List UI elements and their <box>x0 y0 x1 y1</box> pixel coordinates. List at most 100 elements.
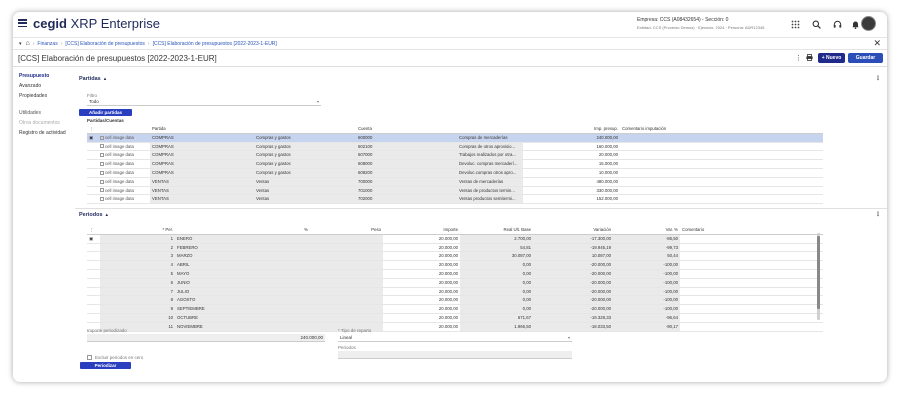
table-row[interactable]: 8 AGOSTO 20.000,00 0,00 -20.000,00 -100,00 <box>87 295 823 306</box>
cell-importe[interactable]: 20.000,00 <box>383 243 460 253</box>
sidebar-item-propiedades[interactable]: Propiedades <box>19 93 47 99</box>
cell-cuenta[interactable]: 600000 <box>356 133 457 143</box>
cell-peso[interactable] <box>310 278 383 288</box>
column-header[interactable]: Comentario imputación <box>620 125 823 134</box>
cell-tipo[interactable]: Compras y gastos <box>254 133 356 143</box>
cell-tipo[interactable]: Compras y gastos <box>254 159 356 169</box>
cell-cuenta[interactable]: 700000 <box>356 177 457 187</box>
cell-cuenta[interactable]: 608000 <box>356 159 457 169</box>
cell-porcentaje[interactable] <box>239 304 310 314</box>
periodizar-button[interactable]: Periodizar <box>80 362 131 369</box>
cell-descripcion[interactable]: Devoluc. compras mercaderí... <box>457 159 523 169</box>
sidebar-item-avanzado[interactable]: Avanzado <box>19 83 41 89</box>
row-selector[interactable] <box>87 142 98 152</box>
cell-comentario[interactable] <box>620 177 823 187</box>
cell-comentario[interactable] <box>620 150 823 161</box>
cell-comentario[interactable] <box>680 260 823 270</box>
table-row[interactable]: 9 SEPTIEMBRE 20.000,00 0,00 -20.000,00 -100,0… <box>87 304 823 314</box>
table-row[interactable]: 10 OCTUBRE 20.000,00 671,67 -19.328,33 -96,64 <box>87 313 823 323</box>
cell-peso[interactable] <box>310 287 383 297</box>
row-selector[interactable] <box>87 177 98 187</box>
cell-importe[interactable]: 20.000,00 <box>523 150 620 161</box>
table-row[interactable]: cell image data COMPRAS Compras y gastos 60… <box>87 150 823 161</box>
row-selector[interactable] <box>87 313 100 323</box>
cell-peso[interactable] <box>310 269 383 279</box>
row-selector[interactable]: ▣ <box>87 234 100 244</box>
cell-peso[interactable] <box>310 295 383 306</box>
row-selector[interactable] <box>87 159 98 169</box>
cell-partida[interactable]: COMPRAS <box>150 142 254 152</box>
cell-descripcion[interactable]: Compras de otros aprovisio... <box>457 142 523 152</box>
save-button[interactable]: Guardar <box>848 53 883 63</box>
table-row[interactable]: 6 JUNIO 20.000,00 0,00 -20.000,00 -100,00 <box>87 278 823 288</box>
cell-porcentaje[interactable] <box>239 278 310 288</box>
sidebar-item-registro-actividad[interactable]: Registro de actividad <box>19 130 66 136</box>
column-header[interactable]: Peso <box>310 226 383 235</box>
cell-porcentaje[interactable] <box>239 295 310 306</box>
cell-cuenta[interactable]: 702000 <box>356 194 457 205</box>
row-selector[interactable]: ▣ <box>87 133 98 143</box>
partidas-section-header[interactable]: Partidas ▴ ⋮ <box>75 74 887 85</box>
table-row[interactable]: cell image data VENTAS Ventas 700000 Ventas … <box>87 177 823 187</box>
row-selector[interactable] <box>87 150 98 161</box>
table-row[interactable]: 7 JULIO 20.000,00 0,00 -20.000,00 -100,00 <box>87 287 823 297</box>
cell-comentario[interactable] <box>680 234 823 244</box>
cell-descripcion[interactable]: Ventas de productos termin... <box>457 186 523 196</box>
excluir-checkbox[interactable] <box>87 355 92 360</box>
bell-icon[interactable] <box>848 17 862 31</box>
reparto-select[interactable]: Lineal ▾ <box>338 334 572 342</box>
cell-partida[interactable]: VENTAS <box>150 194 254 205</box>
row-selector[interactable] <box>87 243 100 253</box>
cell-descripcion[interactable]: Devoluc.compras otros apro... <box>457 168 523 178</box>
cell-comentario[interactable] <box>680 243 823 253</box>
cell-comentario[interactable] <box>620 142 823 152</box>
cell-porcentaje[interactable] <box>239 269 310 279</box>
column-header[interactable]: Comentario <box>680 226 823 235</box>
column-header[interactable]: Partida <box>150 125 254 134</box>
table-row[interactable]: cell image data COMPRAS Compras y gastos 60… <box>87 159 823 169</box>
row-selector[interactable] <box>87 287 100 297</box>
cell-comentario[interactable] <box>620 168 823 178</box>
cell-importe[interactable]: 20.000,00 <box>383 295 460 306</box>
cell-tipo[interactable]: Compras y gastos <box>254 142 356 152</box>
cell-peso[interactable] <box>310 304 383 314</box>
cell-importe[interactable]: 20.000,00 <box>383 260 460 270</box>
cell-comentario[interactable] <box>680 322 823 332</box>
chevron-up-icon[interactable]: ▴ <box>106 212 109 218</box>
cell-importe[interactable]: 20.000,00 <box>383 313 460 323</box>
table-row[interactable]: 4 ABRIL 20.000,00 0,00 -20.000,00 -100,00 <box>87 260 823 270</box>
column-header[interactable]: Real Ult. Base <box>460 226 533 235</box>
table-row[interactable]: cell image data COMPRAS Compras y gastos 60… <box>87 168 823 178</box>
cell-cuenta[interactable]: 607000 <box>356 150 457 161</box>
chevron-down-icon[interactable]: ▾ <box>19 41 22 47</box>
cell-comentario[interactable] <box>620 194 823 205</box>
cell-importe[interactable]: 20.000,00 <box>383 269 460 279</box>
cell-partida[interactable]: VENTAS <box>150 177 254 187</box>
cell-importe[interactable]: 20.000,00 <box>383 304 460 314</box>
scrollbar-thumb[interactable] <box>817 236 820 309</box>
cell-descripcion[interactable]: Trabajos realizados por otra... <box>457 150 523 161</box>
row-selector[interactable] <box>87 269 100 279</box>
column-header[interactable]: Imp. presup. <box>523 125 620 134</box>
more-options-icon[interactable]: ⋮ <box>875 211 881 218</box>
cell-importe[interactable]: 20.000,00 <box>383 234 460 244</box>
cell-porcentaje[interactable] <box>239 243 310 253</box>
cell-porcentaje[interactable] <box>239 234 310 244</box>
cell-comentario[interactable] <box>620 159 823 169</box>
row-selector[interactable] <box>87 168 98 178</box>
cell-porcentaje[interactable] <box>239 287 310 297</box>
cell-tipo[interactable]: Compras y gastos <box>254 150 356 161</box>
breadcrumb-item-finanzas[interactable]: Finanzas <box>37 41 57 47</box>
cell-peso[interactable] <box>310 260 383 270</box>
cell-porcentaje[interactable] <box>239 251 310 262</box>
search-icon[interactable] <box>809 17 823 31</box>
table-row[interactable]: ▣ cell image data COMPRAS Compras y gastos 6… <box>87 133 823 143</box>
home-icon[interactable]: ⌂ <box>26 40 30 47</box>
cell-comentario[interactable] <box>680 269 823 279</box>
cell-peso[interactable] <box>310 243 383 253</box>
cell-partida[interactable]: VENTAS <box>150 186 254 196</box>
table-row[interactable]: ▣ 1 ENERO 20.000,00 2.700,00 -17.300,00 -86,50 <box>87 234 823 244</box>
column-header[interactable]: Cuenta <box>356 125 457 134</box>
row-selector[interactable] <box>87 194 98 205</box>
cell-comentario[interactable] <box>680 251 823 262</box>
